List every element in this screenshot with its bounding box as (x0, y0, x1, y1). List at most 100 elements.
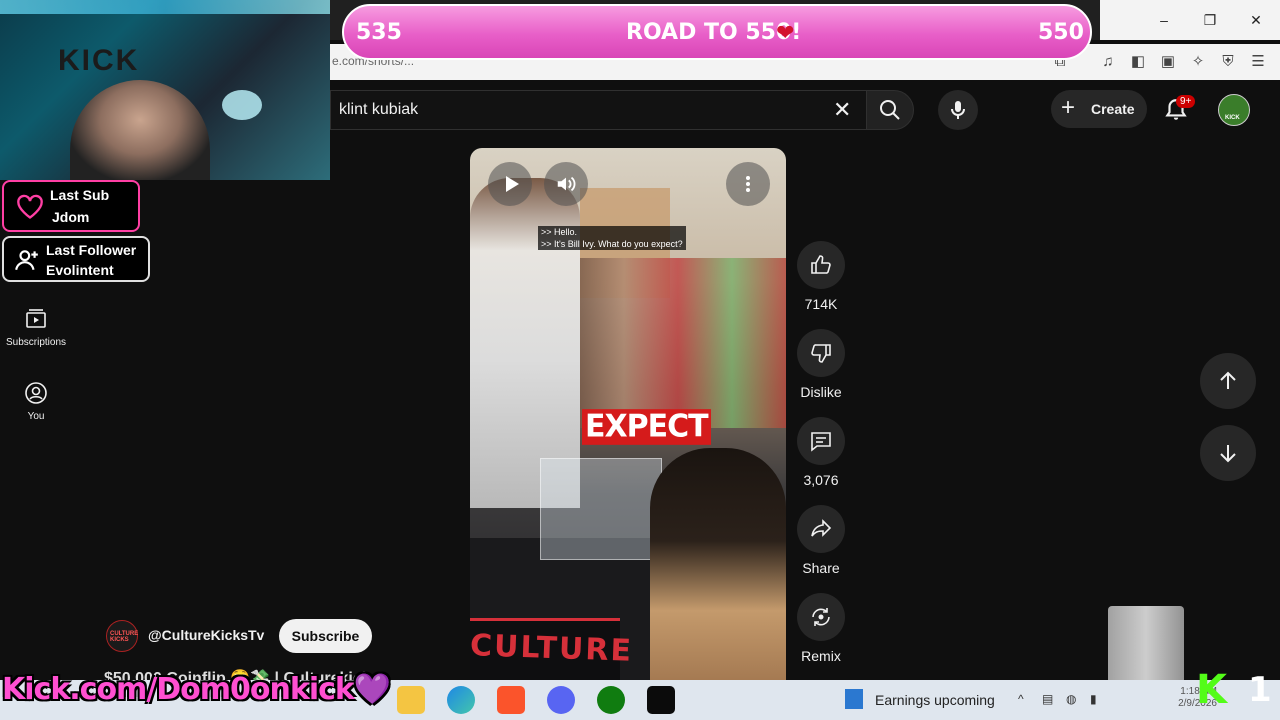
next-short-button[interactable] (1200, 425, 1256, 481)
menu-icon[interactable]: ☰ (1248, 52, 1268, 72)
avatar-label: KICK (1225, 115, 1240, 121)
video-person-seated (650, 448, 786, 680)
sub-goal-bar: 535 ROAD TO 550! ❤ 550 (342, 4, 1092, 60)
goal-target: 550 (1038, 20, 1084, 45)
video-banner-text: CULTURE (470, 628, 634, 669)
microphone-icon (951, 101, 965, 119)
voice-search-button[interactable] (938, 90, 978, 130)
xbox-icon[interactable] (597, 686, 625, 714)
webcam-overlay: KICK (0, 0, 330, 180)
caption-line: >> Hello. (541, 227, 578, 237)
more-vertical-icon (746, 176, 750, 192)
comments-action: 3,076 (797, 417, 845, 488)
kick-viewer-count: 1 (1248, 670, 1272, 710)
like-count: 714K (804, 296, 838, 312)
sidebar-item-you[interactable]: You (0, 381, 72, 422)
account-icon (25, 382, 47, 404)
dislike-action: Dislike (797, 329, 845, 400)
split-screen-icon[interactable]: ◧ (1128, 52, 1148, 72)
last-sub-widget: Last Sub Jdom (2, 180, 140, 232)
share-action: Share (797, 505, 845, 576)
tray-app-icon[interactable]: ▤ (1042, 692, 1053, 706)
taskbar-widget-text[interactable]: Earnings upcoming (875, 692, 995, 708)
network-icon[interactable]: ◍ (1066, 692, 1076, 706)
create-button[interactable]: + Create (1051, 90, 1147, 128)
wallet-icon[interactable]: ▣ (1158, 52, 1178, 72)
brave-browser-icon[interactable] (497, 686, 525, 714)
create-label: Create (1091, 101, 1135, 117)
sidebar-item-label: Subscriptions (5, 337, 67, 348)
thumbs-up-icon (811, 255, 831, 274)
previous-short-button[interactable] (1200, 353, 1256, 409)
search-query: klint kubiak (339, 101, 419, 118)
channel-avatar[interactable]: CULTURE KICKS (106, 620, 138, 652)
discord-icon[interactable] (547, 686, 575, 714)
shorts-video-player[interactable]: >> Hello. >> It's Bill Ivy. What do you … (470, 148, 786, 680)
arrow-up-icon (1220, 371, 1236, 389)
share-button[interactable] (797, 505, 845, 553)
search-button[interactable] (866, 90, 914, 130)
last-sub-label: Last Sub (50, 187, 110, 203)
more-options-button[interactable] (726, 162, 770, 206)
subscriptions-icon (26, 309, 46, 328)
remix-button[interactable] (797, 593, 845, 641)
news-icon (845, 689, 863, 709)
music-icon[interactable]: ♫ (1098, 52, 1118, 72)
webcam-lamp (222, 90, 262, 120)
comments-button[interactable] (797, 417, 845, 465)
heart-icon: ❤ (776, 20, 795, 45)
sidebar-item-subscriptions[interactable]: Subscriptions (0, 307, 72, 348)
share-label: Share (802, 560, 840, 576)
remix-action: Remix (797, 593, 845, 664)
account-avatar[interactable]: KICK (1218, 94, 1250, 126)
kick-app-icon[interactable] (647, 686, 675, 714)
heart-icon (17, 194, 43, 219)
window-controls: – ❐ ✕ (1100, 0, 1280, 40)
kick-url-banner: Kick.com/Dom0onkick💜 (2, 672, 391, 707)
like-button[interactable] (797, 241, 845, 289)
play-icon (506, 176, 519, 192)
webcam-led-strip (0, 0, 330, 14)
arrow-down-icon (1220, 445, 1236, 463)
last-follower-label: Last Follower (46, 242, 137, 258)
last-sub-name: Jdom (52, 209, 90, 225)
heart-icon: 💜 (353, 672, 391, 707)
close-window-button[interactable]: ✕ (1242, 6, 1270, 34)
comment-icon (811, 432, 831, 452)
shield-icon[interactable]: ⛨ (1218, 52, 1238, 72)
tray-chevron-icon[interactable]: ^ (1018, 692, 1024, 706)
plus-icon: + (1061, 94, 1076, 121)
minimize-button[interactable]: – (1150, 6, 1178, 34)
webcam-wall-sign: KICK (58, 44, 140, 77)
channel-handle[interactable]: @CultureKicksTv (148, 627, 264, 643)
dislike-label: Dislike (800, 384, 842, 400)
volume-icon (557, 176, 576, 192)
remix-label: Remix (801, 648, 841, 664)
share-icon (811, 519, 832, 537)
maximize-button[interactable]: ❐ (1196, 6, 1224, 34)
dislike-button[interactable] (797, 329, 845, 377)
user-plus-icon (15, 250, 38, 271)
last-follower-name: Evolintent (46, 262, 114, 278)
copilot-icon[interactable]: ✧ (1188, 52, 1208, 72)
kick-url-text: Kick.com/Dom0onkick (2, 672, 355, 707)
play-button[interactable] (488, 162, 532, 206)
like-action: 714K (797, 241, 845, 312)
edge-browser-icon[interactable] (447, 686, 475, 714)
goal-current: 535 (356, 20, 402, 45)
battery-icon[interactable]: ▮ (1090, 692, 1097, 706)
subscribe-button[interactable]: Subscribe (279, 619, 372, 653)
remix-icon (812, 608, 830, 626)
thumbs-down-icon (811, 344, 831, 363)
file-explorer-icon[interactable] (397, 686, 425, 714)
clear-search-icon[interactable]: ✕ (833, 99, 851, 121)
video-overlay-text: EXPECT (582, 409, 711, 445)
video-display-case (540, 458, 662, 560)
notification-badge: 9+ (1176, 95, 1196, 108)
search-input[interactable]: klint kubiak ✕ (330, 90, 866, 130)
sidebar-item-label: You (27, 411, 45, 422)
last-follower-widget: Last Follower Evolintent (2, 236, 150, 282)
kick-logo: K (1196, 667, 1227, 713)
volume-button[interactable] (544, 162, 588, 206)
video-crowd (570, 258, 786, 428)
